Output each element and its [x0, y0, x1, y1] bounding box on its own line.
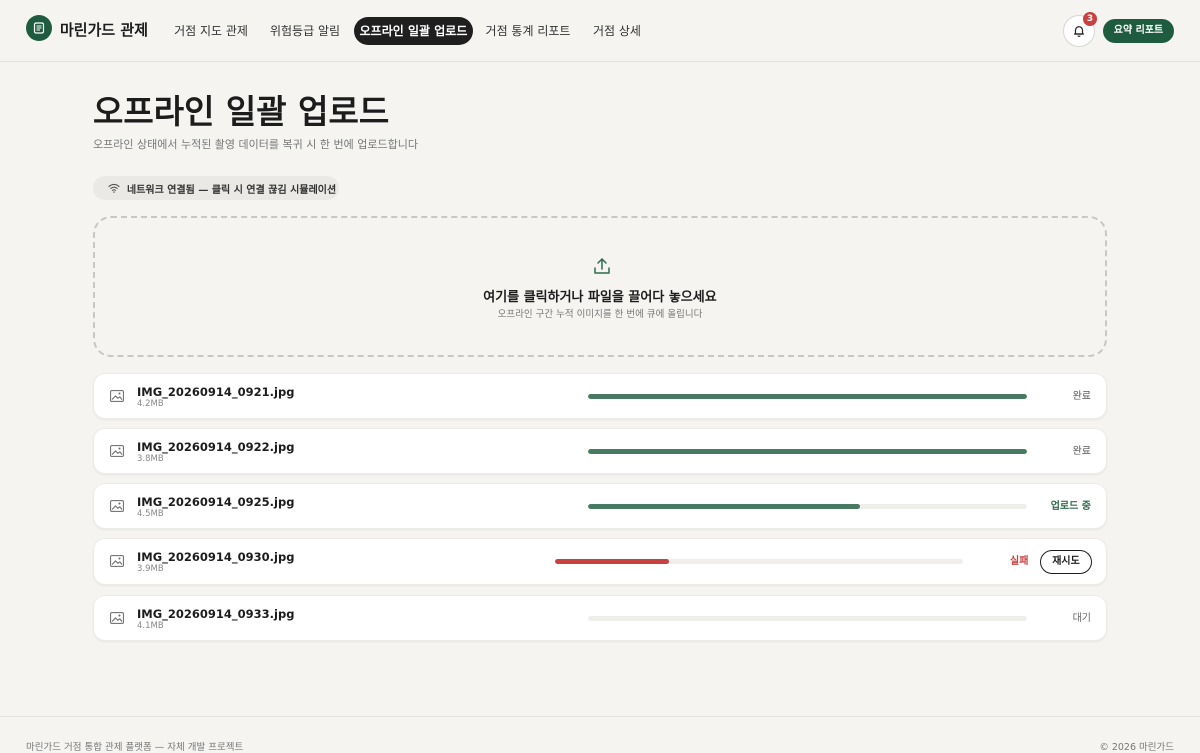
file-size: 4.1MB	[137, 621, 164, 631]
image-icon	[110, 500, 124, 512]
file-name: IMG_20260914_0921.jpg	[137, 385, 295, 399]
file-size: 3.9MB	[137, 564, 164, 574]
progress-track	[588, 616, 1027, 621]
nav-stats-report[interactable]: 거점 통계 리포트	[482, 17, 574, 45]
image-icon	[110, 612, 124, 624]
progress-fill	[588, 449, 1027, 454]
dropzone-title: 여기를 클릭하거나 파일을 끌어다 놓으세요	[483, 290, 717, 305]
progress-fill	[555, 559, 670, 564]
upload-status: 실패	[1010, 556, 1029, 567]
nav-site-detail[interactable]: 거점 상세	[585, 17, 649, 45]
upload-row: IMG_20260914_0921.jpg 4.2MB 완료	[93, 373, 1107, 419]
file-name: IMG_20260914_0922.jpg	[137, 440, 295, 454]
brand-name[interactable]: 마린가드 관제	[60, 20, 148, 40]
image-icon	[110, 390, 124, 402]
file-size: 4.5MB	[137, 509, 164, 519]
upload-status: 완료	[1072, 446, 1091, 457]
notification-badge: 3	[1083, 12, 1097, 26]
image-icon	[110, 445, 124, 457]
progress-track	[588, 504, 1027, 509]
bell-icon	[1073, 26, 1085, 37]
network-status-toggle[interactable]: 네트워크 연결됨 — 클릭 시 연결 끊김 시뮬레이션	[93, 176, 339, 200]
upload-status: 업로드 중	[1050, 501, 1091, 512]
nav-offline-upload[interactable]: 오프라인 일괄 업로드	[354, 17, 473, 45]
upload-icon	[594, 258, 610, 274]
page-title: 오프라인 일괄 업로드	[93, 92, 390, 131]
nav-risk-alerts[interactable]: 위험등급 알림	[264, 17, 346, 45]
progress-track	[588, 394, 1027, 399]
upload-row: IMG_20260914_0933.jpg 4.1MB 대기	[93, 595, 1107, 641]
image-icon	[110, 555, 124, 567]
document-icon[interactable]	[26, 15, 52, 41]
page-subtitle: 오프라인 상태에서 누적된 촬영 데이터를 복귀 시 한 번에 업로드합니다	[93, 138, 418, 151]
file-size: 4.2MB	[137, 399, 164, 409]
footer-copyright: © 2026 마린가드	[1099, 742, 1174, 753]
file-name: IMG_20260914_0925.jpg	[137, 495, 295, 509]
summary-report-button[interactable]: 요약 리포트	[1103, 19, 1174, 43]
upload-status: 대기	[1072, 613, 1091, 624]
progress-track	[555, 559, 963, 564]
network-status-label: 네트워크 연결됨 — 클릭 시 연결 끊김 시뮬레이션	[127, 184, 337, 196]
nav-map-monitoring[interactable]: 거점 지도 관제	[168, 17, 254, 45]
progress-fill	[588, 394, 1027, 399]
wifi-icon	[108, 183, 120, 193]
footer-description: 마린가드 거점 통합 관제 플랫폼 — 자체 개발 프로젝트	[26, 742, 244, 753]
upload-row: IMG_20260914_0930.jpg 3.9MB 실패 재시도	[93, 538, 1107, 585]
upload-status: 완료	[1072, 391, 1091, 402]
page-footer: 마린가드 거점 통합 관제 플랫폼 — 자체 개발 프로젝트 © 2026 마린…	[0, 716, 1200, 753]
file-name: IMG_20260914_0933.jpg	[137, 607, 295, 621]
progress-track	[588, 449, 1027, 454]
dropzone-subtitle: 오프라인 구간 누적 이미지를 한 번에 큐에 올립니다	[497, 309, 703, 320]
upload-row: IMG_20260914_0922.jpg 3.8MB 완료	[93, 428, 1107, 474]
upload-row: IMG_20260914_0925.jpg 4.5MB 업로드 중	[93, 483, 1107, 529]
file-name: IMG_20260914_0930.jpg	[137, 550, 295, 564]
top-header: 마린가드 관제 거점 지도 관제 위험등급 알림 오프라인 일괄 업로드 거점 …	[0, 0, 1200, 62]
retry-button[interactable]: 재시도	[1040, 550, 1092, 574]
file-size: 3.8MB	[137, 454, 164, 464]
progress-fill	[588, 504, 861, 509]
file-dropzone[interactable]: 여기를 클릭하거나 파일을 끌어다 놓으세요 오프라인 구간 누적 이미지를 한…	[93, 216, 1107, 357]
